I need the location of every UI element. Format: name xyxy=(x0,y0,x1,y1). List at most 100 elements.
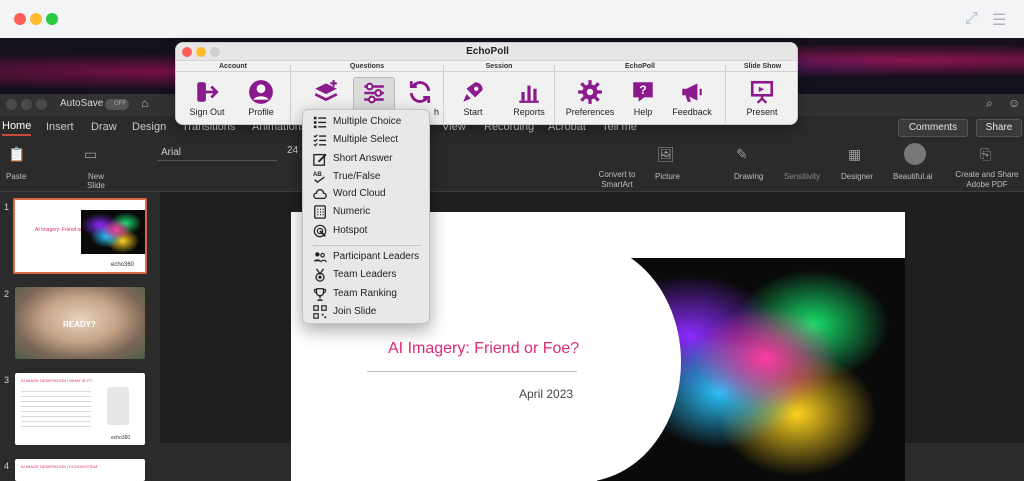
account-icon[interactable]: ☺ xyxy=(1008,96,1020,110)
slide-white-curve xyxy=(481,242,681,481)
sign-out-button[interactable]: Sign Out xyxy=(178,77,236,123)
thumb-bullets xyxy=(21,387,91,427)
layers-plus-icon xyxy=(314,80,338,102)
tab-design[interactable]: Design xyxy=(132,121,166,133)
font-name-box[interactable]: Arial xyxy=(157,145,277,161)
slide-thumbnail-2[interactable]: READY? xyxy=(15,287,145,359)
group-session: Session Start Reports xyxy=(444,63,554,124)
group-label-slideshow: Slide Show xyxy=(726,63,797,72)
menu-item-label: Multiple Choice xyxy=(333,116,402,127)
menu-item-numeric[interactable]: Numeric xyxy=(312,204,424,220)
slide-thumbnail-4[interactable]: AI IMAGE GENERATION | ECHOSYSTEM xyxy=(15,459,145,481)
menu-item-short-answer[interactable]: Short Answer xyxy=(312,151,424,167)
thumb-brand: echo360 xyxy=(111,435,131,441)
browser-frame: ⤢ ☰ AutoSave OFF ⌂ ⌕ ☺ Home Insert Draw … xyxy=(0,0,1024,481)
slide-thumbnail-1[interactable]: AI Imagery: Friend or Foe? echo360 xyxy=(13,198,147,274)
profile-icon xyxy=(249,80,273,104)
question-types-button[interactable] xyxy=(353,77,395,111)
zoom-window-button[interactable] xyxy=(46,13,58,25)
autosave-toggle[interactable]: OFF xyxy=(105,99,129,110)
group-slideshow: Slide Show Present xyxy=(726,63,797,124)
tab-draw[interactable]: Draw xyxy=(91,121,117,133)
ribbon-body xyxy=(0,138,1024,192)
ppt-min-dot[interactable] xyxy=(21,99,32,110)
medal-icon xyxy=(315,268,325,282)
menu-item-label: Join Slide xyxy=(333,306,377,317)
menu-item-label: Team Leaders xyxy=(333,269,397,280)
sign-out-icon xyxy=(197,82,219,102)
menu-item-team-leaders[interactable]: Team Leaders xyxy=(312,267,424,283)
menu-item-participant-leaders[interactable]: Participant Leaders xyxy=(312,249,424,265)
menu-item-true-false[interactable]: AB True/False xyxy=(312,169,424,185)
beautiful-ai-icon[interactable] xyxy=(904,143,926,165)
reports-button[interactable]: Reports xyxy=(500,77,558,123)
reports-label: Reports xyxy=(513,107,545,117)
expand-icon[interactable]: ⤢ xyxy=(965,10,978,28)
thumb-caption: READY? xyxy=(63,320,96,329)
menu-item-label: Team Ranking xyxy=(333,288,397,299)
edit-box-icon xyxy=(313,153,327,166)
echopoll-titlebar: EchoPoll xyxy=(176,43,797,61)
group-echopoll: EchoPoll Preferences ? Help Feedback xyxy=(555,63,725,124)
gear-icon xyxy=(578,80,602,104)
question-types-menu: Multiple Choice Multiple Select Short An… xyxy=(302,109,430,324)
feedback-button[interactable]: Feedback xyxy=(663,77,721,123)
font-size-box[interactable]: 24 xyxy=(287,145,298,156)
group-label-session: Session xyxy=(444,63,554,72)
slide-date: April 2023 xyxy=(519,387,574,401)
designer-label: Designer xyxy=(841,172,874,181)
ppt-close-dot[interactable] xyxy=(6,99,17,110)
designer-icon[interactable]: ▦ xyxy=(848,146,861,163)
menu-item-label: Word Cloud xyxy=(333,188,386,199)
menu-item-label: Participant Leaders xyxy=(333,251,420,262)
slide-thumbnail-3[interactable]: AI IMAGE GENERATION | WHAT IS IT? echo36… xyxy=(15,373,145,445)
share-button[interactable]: Share xyxy=(976,119,1022,137)
sliders-icon xyxy=(364,82,384,104)
drawing-label: Drawing xyxy=(734,172,764,181)
bar-chart-icon xyxy=(519,85,539,103)
rocket-icon xyxy=(463,82,483,102)
echopoll-title: EchoPoll xyxy=(466,46,509,57)
picture-label: Picture xyxy=(655,172,680,181)
comments-label: Comments xyxy=(908,122,958,133)
ab-check-icon: AB xyxy=(313,171,325,184)
tab-home[interactable]: Home xyxy=(2,120,32,136)
feedback-label: Feedback xyxy=(672,107,712,117)
adobe-pdf-icon[interactable]: ⎘ xyxy=(980,146,991,163)
picture-icon[interactable]: 🖼 xyxy=(657,146,675,163)
svg-text:AB: AB xyxy=(313,171,322,178)
list-bullets-icon xyxy=(313,116,327,129)
menu-item-join-slide[interactable]: Join Slide xyxy=(312,304,424,320)
group-label-questions: Questions xyxy=(291,63,443,72)
help-button[interactable]: ? Help xyxy=(621,77,665,123)
start-button[interactable]: Start xyxy=(444,77,502,123)
thumb-heading: AI IMAGE GENERATION | ECHOSYSTEM xyxy=(21,464,98,469)
new-slide-icon[interactable]: ▭ xyxy=(84,146,97,163)
trophy-icon xyxy=(313,288,327,301)
menu-item-multiple-select[interactable]: Multiple Select xyxy=(312,132,424,148)
menu-item-word-cloud[interactable]: Word Cloud xyxy=(312,186,424,202)
slide-divider xyxy=(367,371,577,372)
menu-item-multiple-choice[interactable]: Multiple Choice xyxy=(312,114,424,130)
menu-item-hotspot[interactable]: Hotspot xyxy=(312,223,424,239)
search-icon[interactable]: ⌕ xyxy=(986,96,993,111)
preferences-button[interactable]: Preferences xyxy=(559,77,621,123)
thumb-number: 1 xyxy=(4,202,10,212)
create-share-pdf-label: Create and Share Adobe PDF xyxy=(955,170,1019,189)
minimize-window-button[interactable] xyxy=(30,13,42,25)
menu-item-team-ranking[interactable]: Team Ranking xyxy=(312,286,424,302)
hamburger-menu-icon[interactable]: ☰ xyxy=(992,10,1006,30)
home-icon[interactable]: ⌂ xyxy=(141,96,148,110)
profile-button[interactable]: Profile xyxy=(232,77,290,123)
menu-item-label: Short Answer xyxy=(333,153,393,164)
ppt-zoom-dot[interactable] xyxy=(36,99,47,110)
tab-insert[interactable]: Insert xyxy=(46,121,74,133)
present-button[interactable]: Present xyxy=(733,77,791,123)
beautiful-ai-label: Beautiful.ai xyxy=(893,172,933,181)
thumb-brand: echo360 xyxy=(111,262,135,268)
close-window-button[interactable] xyxy=(14,13,26,25)
drawing-icon[interactable]: ✎ xyxy=(736,146,748,163)
paste-icon[interactable]: 📋 xyxy=(8,146,25,163)
comments-button[interactable]: Comments xyxy=(898,119,968,137)
megaphone-icon xyxy=(682,83,702,102)
